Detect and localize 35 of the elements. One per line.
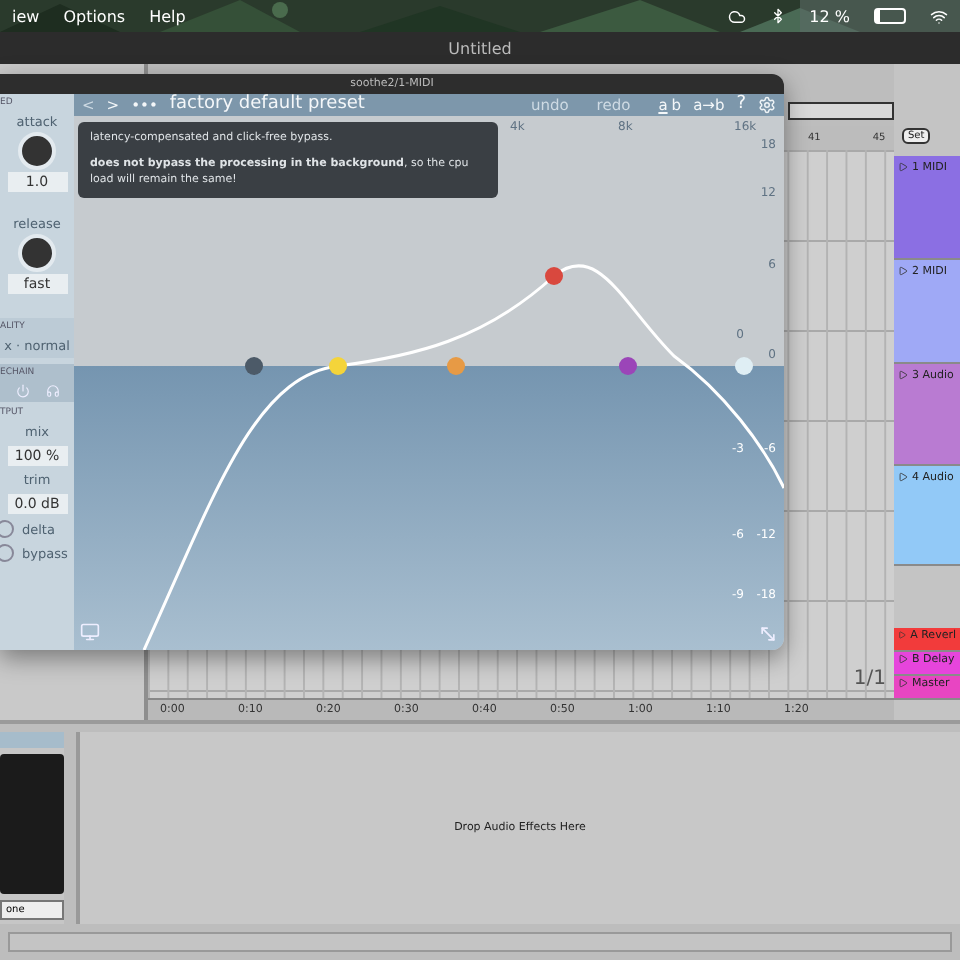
battery-percent: 12 % (809, 7, 850, 25)
menu-item[interactable]: iew (12, 7, 40, 25)
band-node[interactable] (619, 357, 637, 375)
band-node[interactable] (245, 357, 263, 375)
cloud-icon[interactable] (727, 7, 746, 25)
play-icon (898, 678, 908, 688)
window-title: Untitled (448, 39, 512, 57)
overview-scroll[interactable] (788, 102, 894, 120)
loop-indicator: 1/1 (853, 668, 886, 690)
play-icon (898, 472, 908, 482)
bluetooth-icon[interactable] (769, 8, 786, 24)
band-node[interactable] (545, 267, 563, 285)
toggle[interactable] (0, 544, 14, 562)
preset-name[interactable]: factory default preset (169, 96, 365, 114)
band-node[interactable] (329, 357, 347, 375)
play-icon (898, 654, 908, 664)
toggle[interactable] (0, 520, 14, 538)
device-screen (0, 754, 64, 894)
menu-item[interactable]: Help (149, 7, 186, 25)
band-node[interactable] (447, 357, 465, 375)
band-node[interactable] (735, 357, 753, 375)
device-header (0, 732, 64, 748)
resize-icon[interactable] (758, 624, 778, 644)
play-icon (898, 266, 908, 276)
knob[interactable] (18, 234, 56, 272)
play-icon (898, 162, 908, 172)
monitor-icon[interactable] (80, 622, 100, 642)
settings-icon[interactable] (758, 96, 776, 114)
play-icon (898, 630, 907, 640)
knob[interactable] (18, 132, 56, 170)
help-button[interactable]: ? (736, 96, 746, 114)
battery-icon[interactable] (874, 8, 906, 24)
wifi-icon[interactable] (930, 7, 948, 25)
menu-item[interactable]: Options (63, 7, 126, 25)
play-icon (898, 370, 908, 380)
